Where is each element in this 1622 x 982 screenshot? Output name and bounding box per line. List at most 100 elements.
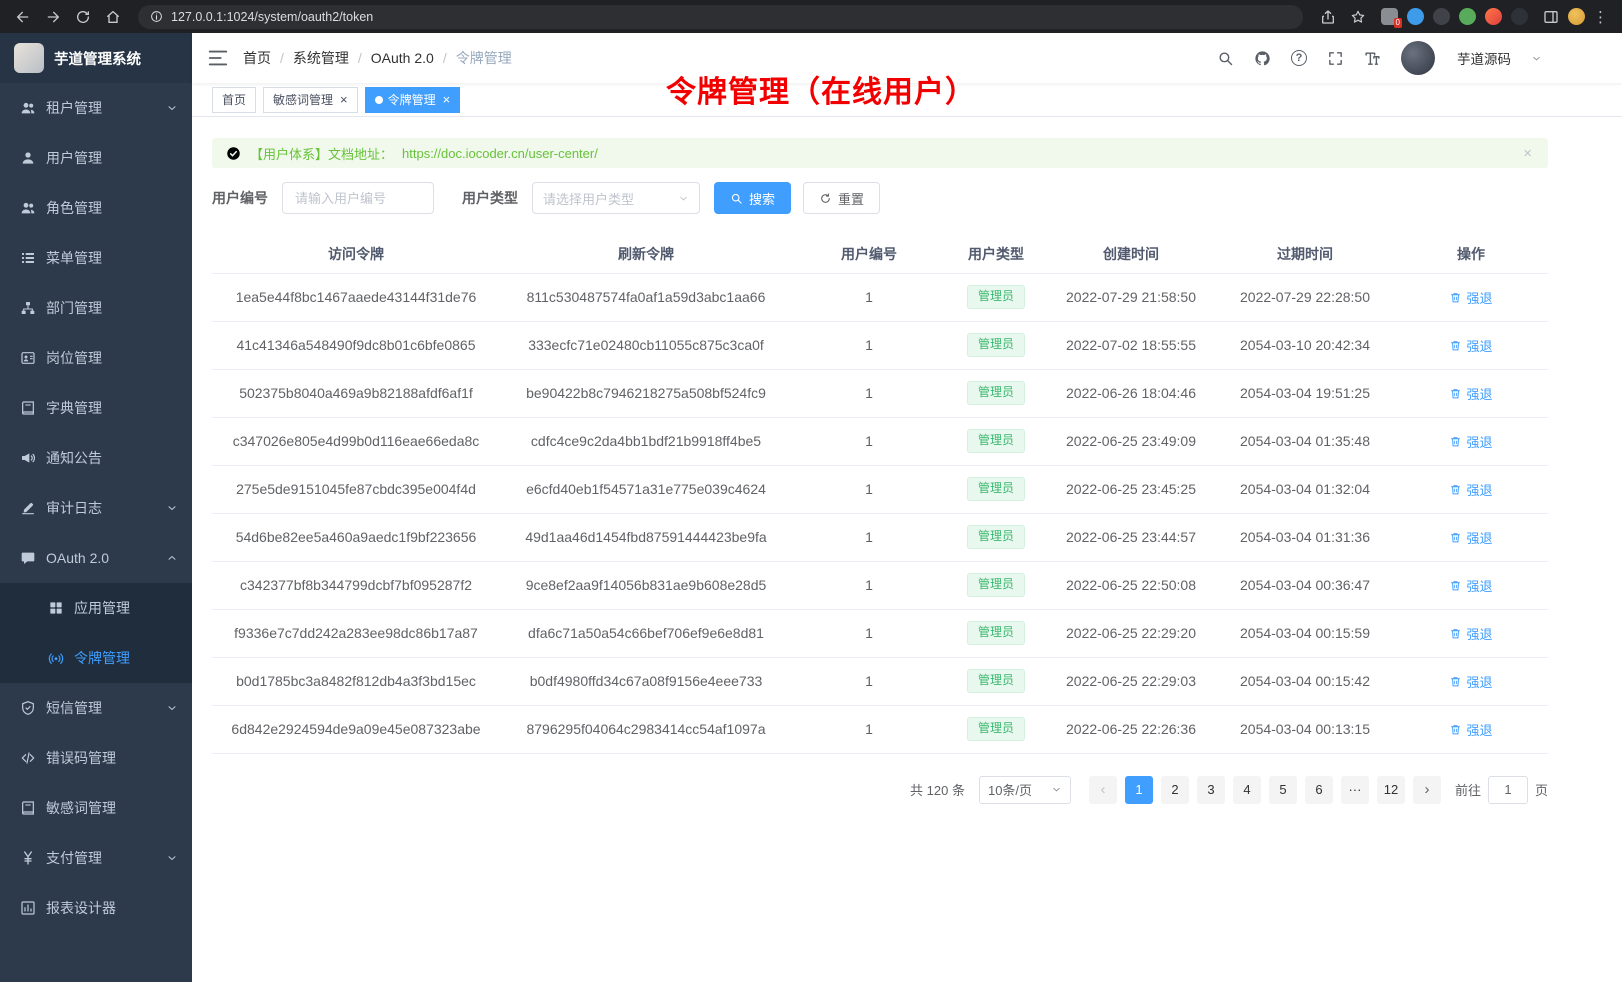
cell-action: 强退 <box>1394 369 1548 417</box>
bookmark-star-button[interactable] <box>1345 4 1371 30</box>
browser-back-button[interactable] <box>10 4 36 30</box>
sidebar-item-tenant[interactable]: 租户管理 <box>0 83 192 133</box>
goto-label: 前往 <box>1455 780 1481 799</box>
browser-profile-avatar[interactable] <box>1568 8 1585 25</box>
column-header: 刷新令牌 <box>500 236 792 273</box>
sidebar-item-user[interactable]: 用户管理 <box>0 133 192 183</box>
close-icon[interactable]: × <box>443 93 451 106</box>
extension-icon[interactable] <box>1407 8 1424 25</box>
page-button[interactable]: 3 <box>1197 776 1225 804</box>
goto-page-input[interactable] <box>1488 776 1528 804</box>
site-info-icon[interactable] <box>150 10 163 23</box>
sidebar-item-sensitive-word[interactable]: 敏感词管理 <box>0 783 192 833</box>
force-logout-button[interactable]: 强退 <box>1449 384 1492 403</box>
page-button[interactable]: 1 <box>1125 776 1153 804</box>
sidebar-item-report-designer[interactable]: 报表设计器 <box>0 883 192 933</box>
force-logout-button[interactable]: 强退 <box>1449 336 1492 355</box>
tab-home[interactable]: 首页 <box>212 87 256 113</box>
reset-button[interactable]: 重置 <box>803 182 880 214</box>
breadcrumb-item[interactable]: OAuth 2.0 <box>371 50 434 66</box>
token-table: 访问令牌 刷新令牌 用户编号 用户类型 创建时间 过期时间 <box>212 236 1548 754</box>
cell-expire-time: 2054-03-04 01:31:36 <box>1216 513 1394 561</box>
table-row: c347026e805e4d99b0d116eae66eda8c cdfc4ce… <box>212 417 1548 465</box>
cell-action: 强退 <box>1394 273 1548 321</box>
force-logout-button[interactable]: 强退 <box>1449 432 1492 451</box>
browser-reload-button[interactable] <box>70 4 96 30</box>
force-logout-button[interactable]: 强退 <box>1449 480 1492 499</box>
page-button[interactable]: 12 <box>1377 776 1405 804</box>
sidebar-fold-icon[interactable] <box>207 47 229 69</box>
share-button[interactable] <box>1315 4 1341 30</box>
user-type-select[interactable]: 请选择用户类型 <box>532 182 700 214</box>
chevron-down-icon <box>1051 784 1062 795</box>
extension-icon[interactable] <box>1511 8 1528 25</box>
sidebar-item-dict[interactable]: 字典管理 <box>0 383 192 433</box>
force-logout-button[interactable]: 强退 <box>1449 624 1492 643</box>
page-button[interactable]: 6 <box>1305 776 1333 804</box>
side-panel-button[interactable] <box>1538 4 1564 30</box>
breadcrumb-item[interactable]: 系统管理 <box>293 48 349 68</box>
page-button[interactable]: 4 <box>1233 776 1261 804</box>
app-logo[interactable]: 芋道管理系统 <box>0 33 192 83</box>
search-button[interactable]: 搜索 <box>714 182 791 214</box>
extension-icon[interactable] <box>1485 8 1502 25</box>
close-icon[interactable]: × <box>340 93 348 106</box>
help-icon[interactable]: ? <box>1291 50 1307 66</box>
tab-oauth2-token[interactable]: 令牌管理× <box>365 87 461 113</box>
user-type-badge: 管理员 <box>967 573 1025 597</box>
search-icon[interactable] <box>1217 50 1234 67</box>
sidebar-item-error-code[interactable]: 错误码管理 <box>0 733 192 783</box>
user-avatar[interactable] <box>1401 41 1435 75</box>
sidebar-item-role[interactable]: 角色管理 <box>0 183 192 233</box>
force-logout-button[interactable]: 强退 <box>1449 576 1492 595</box>
more-pages-button[interactable]: ··· <box>1341 776 1369 804</box>
page-button[interactable]: 2 <box>1161 776 1189 804</box>
user-id-input[interactable] <box>282 182 434 214</box>
sidebar-item-audit-log[interactable]: 审计日志 <box>0 483 192 533</box>
force-logout-button[interactable]: 强退 <box>1449 288 1492 307</box>
extension-icon[interactable]: 0 <box>1381 8 1398 25</box>
sidebar-item-notice[interactable]: 通知公告 <box>0 433 192 483</box>
browser-forward-button[interactable] <box>40 4 66 30</box>
search-icon <box>730 192 743 205</box>
force-logout-button[interactable]: 强退 <box>1449 528 1492 547</box>
sidebar-item-oauth2[interactable]: OAuth 2.0 <box>0 533 192 583</box>
sidebar-item-post[interactable]: 岗位管理 <box>0 333 192 383</box>
sidebar-item-menu[interactable]: 菜单管理 <box>0 233 192 283</box>
trash-icon <box>1449 387 1462 400</box>
fullscreen-icon[interactable] <box>1327 50 1344 67</box>
table-row: c342377bf8b344799dcbf7bf095287f2 9ce8ef2… <box>212 561 1548 609</box>
prev-page-button[interactable]: ‹ <box>1089 776 1117 804</box>
cell-action: 强退 <box>1394 321 1548 369</box>
cell-created-time: 2022-06-25 22:29:03 <box>1046 657 1216 705</box>
sidebar-item-dept[interactable]: 部门管理 <box>0 283 192 333</box>
chevron-down-icon[interactable] <box>1531 53 1542 64</box>
user-name[interactable]: 芋道源码 <box>1457 48 1511 68</box>
sidebar-item-label: 部门管理 <box>46 298 102 318</box>
page-content: 【用户体系】文档地址： https://doc.iocoder.cn/user-… <box>192 117 1622 982</box>
force-logout-button[interactable]: 强退 <box>1449 720 1492 739</box>
report-icon <box>20 900 36 916</box>
tab-sensitive-word[interactable]: 敏感词管理× <box>263 87 358 113</box>
sidebar-item-oauth2-token[interactable]: 令牌管理 <box>0 633 192 683</box>
extension-icon[interactable] <box>1433 8 1450 25</box>
github-icon[interactable] <box>1254 50 1271 67</box>
page-size-select[interactable]: 10条/页 <box>979 776 1071 804</box>
force-logout-button[interactable]: 强退 <box>1449 672 1492 691</box>
next-page-button[interactable]: › <box>1413 776 1441 804</box>
cell-expire-time: 2054-03-04 01:32:04 <box>1216 465 1394 513</box>
sidebar-item-oauth2-app[interactable]: 应用管理 <box>0 583 192 633</box>
extension-icon[interactable] <box>1459 8 1476 25</box>
doc-link[interactable]: https://doc.iocoder.cn/user-center/ <box>402 146 598 161</box>
sidebar-item-sms[interactable]: 短信管理 <box>0 683 192 733</box>
font-size-icon[interactable] <box>1364 50 1381 67</box>
sidebar-item-pay[interactable]: 支付管理 <box>0 833 192 883</box>
page-button[interactable]: 5 <box>1269 776 1297 804</box>
browser-menu-button[interactable]: ⋮ <box>1589 8 1612 26</box>
cell-user-id: 1 <box>792 609 946 657</box>
address-bar[interactable]: 127.0.0.1:1024/system/oauth2/token <box>138 5 1303 29</box>
browser-home-button[interactable] <box>100 4 126 30</box>
breadcrumb-item[interactable]: 首页 <box>243 48 271 68</box>
cell-action: 强退 <box>1394 417 1548 465</box>
close-icon[interactable]: × <box>1523 146 1532 161</box>
